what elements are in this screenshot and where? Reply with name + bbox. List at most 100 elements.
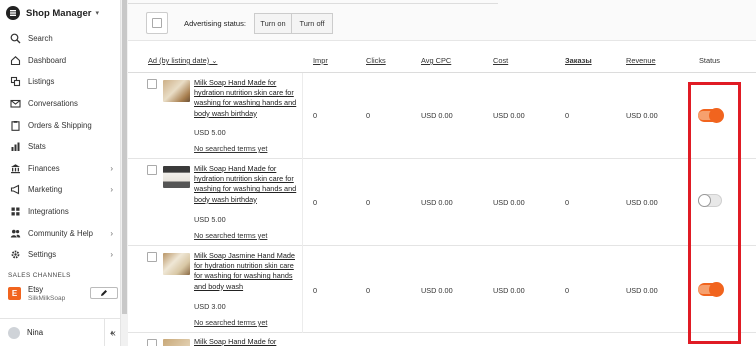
- etsy-logo-icon: E: [8, 287, 21, 300]
- sidebar-item-integrations[interactable]: Integrations: [0, 201, 121, 223]
- sidebar-item-community-help[interactable]: Community & Help ›: [0, 222, 121, 244]
- cost-value: USD 0.00: [493, 286, 525, 295]
- impr-value: 0: [313, 111, 318, 120]
- user-menu[interactable]: Nina ▲ «: [0, 318, 121, 346]
- column-header-status: Status: [699, 56, 720, 65]
- sidebar-item-label: Conversations: [28, 99, 78, 109]
- collapse-sidebar-button[interactable]: «: [104, 319, 121, 346]
- row-checkbox[interactable]: [147, 79, 157, 89]
- mail-icon: [9, 98, 21, 110]
- sidebar-scrollbar-thumb[interactable]: [122, 0, 127, 314]
- main-content: Advertising status: Turn on Turn off Ad …: [128, 0, 756, 346]
- cost-value: USD 0.00: [493, 198, 525, 207]
- revenue-value: USD 0.00: [626, 286, 658, 295]
- table-row: Milk Soap Jasmine Hand Made for hydratio…: [128, 246, 756, 333]
- column-header-ad[interactable]: Ad (by listing date) ⌄: [148, 56, 217, 65]
- bulk-actions-bar: Advertising status: Turn on Turn off: [128, 0, 756, 40]
- sidebar-item-label: Marketing: [28, 185, 63, 195]
- listing-thumbnail[interactable]: [163, 166, 190, 188]
- impr-value: 0: [313, 198, 318, 207]
- clicks-value: 0: [366, 198, 371, 207]
- stats-icon: [9, 141, 21, 153]
- sales-channel-etsy[interactable]: E Etsy SilkMilkSoap: [8, 285, 118, 307]
- sidebar-item-label: Listings: [28, 77, 55, 87]
- column-header-orders[interactable]: Заказы: [565, 56, 592, 65]
- turn-on-button[interactable]: Turn on: [254, 13, 292, 34]
- searched-terms-link[interactable]: No searched terms yet: [194, 318, 267, 327]
- sidebar-item-stats[interactable]: Stats: [0, 136, 121, 158]
- bank-icon: [9, 162, 21, 174]
- clipboard-icon: [9, 119, 21, 131]
- sidebar-item-label: Orders & Shipping: [28, 120, 92, 130]
- status-highlight-box: [688, 82, 741, 344]
- sidebar-item-finances[interactable]: Finances ›: [0, 158, 121, 180]
- searched-terms-link[interactable]: No searched terms yet: [194, 231, 267, 240]
- chevron-right-icon: ›: [110, 185, 113, 195]
- searched-terms-link[interactable]: No searched terms yet: [194, 144, 267, 153]
- column-header-clicks[interactable]: Clicks: [366, 56, 386, 65]
- sidebar-item-label: Dashboard: [28, 55, 67, 65]
- sidebar-item-listings[interactable]: Listings: [0, 71, 121, 93]
- chevron-down-icon: ▾: [95, 10, 99, 17]
- row-checkbox[interactable]: [147, 252, 157, 262]
- table-row: Milk Soap Hand Made for hydration nutrit…: [128, 159, 756, 246]
- pencil-icon: [101, 290, 107, 296]
- channel-shop-name: SilkMilkSoap: [28, 295, 66, 302]
- shop-manager-menu[interactable]: Shop Manager ▾: [0, 0, 120, 26]
- chevron-right-icon: ›: [110, 250, 113, 260]
- chevron-right-icon: ›: [110, 163, 113, 173]
- listing-thumbnail[interactable]: [163, 80, 190, 102]
- column-header-impr[interactable]: Impr: [313, 56, 328, 65]
- divider: [128, 0, 498, 4]
- sidebar-item-label: Finances: [28, 163, 60, 173]
- shop-manager-logo-icon: [6, 6, 20, 20]
- impr-value: 0: [313, 286, 318, 295]
- turn-off-button[interactable]: Turn off: [291, 13, 333, 34]
- sidebar-item-marketing[interactable]: Marketing ›: [0, 179, 121, 201]
- column-header-avg-cpc[interactable]: Avg CPC: [421, 56, 451, 65]
- revenue-value: USD 0.00: [626, 111, 658, 120]
- listing-title-link[interactable]: Milk Soap Hand Made for: [194, 337, 304, 346]
- select-all-checkbox[interactable]: [146, 12, 168, 34]
- listing-title-link[interactable]: Milk Soap Hand Made for hydration nutrit…: [194, 164, 304, 205]
- avg-cpc-value: USD 0.00: [421, 286, 453, 295]
- listing-title-link[interactable]: Milk Soap Jasmine Hand Made for hydratio…: [194, 251, 304, 292]
- table-row: Milk Soap Hand Made for: [128, 333, 756, 346]
- listing-thumbnail[interactable]: [163, 253, 190, 275]
- row-checkbox[interactable]: [147, 165, 157, 175]
- sidebar-item-label: Stats: [28, 142, 46, 152]
- avg-cpc-value: USD 0.00: [421, 198, 453, 207]
- sales-channels-heading: SALES CHANNELS: [8, 272, 71, 279]
- sidebar-item-orders-shipping[interactable]: Orders & Shipping: [0, 114, 121, 136]
- clicks-value: 0: [366, 286, 371, 295]
- column-header-cost[interactable]: Cost: [493, 56, 508, 65]
- sidebar-item-conversations[interactable]: Conversations: [0, 93, 121, 115]
- sidebar-item-label: Integrations: [28, 207, 69, 217]
- sidebar-item-label: Community & Help: [28, 228, 93, 238]
- sidebar-item-dashboard[interactable]: Dashboard: [0, 50, 121, 72]
- sidebar: Shop Manager ▾ Search Dashboard Listings…: [0, 0, 121, 346]
- column-header-revenue[interactable]: Revenue: [626, 56, 656, 65]
- shop-manager-title: Shop Manager: [26, 7, 92, 19]
- sidebar-item-settings[interactable]: Settings ›: [0, 244, 121, 266]
- grid-icon: [9, 206, 21, 218]
- edit-channel-button[interactable]: [90, 287, 118, 299]
- avatar: [8, 326, 20, 339]
- listing-thumbnail[interactable]: [163, 339, 190, 346]
- orders-value: 0: [565, 286, 570, 295]
- orders-value: 0: [565, 198, 570, 207]
- megaphone-icon: [9, 184, 21, 196]
- listing-price: USD 5.00: [194, 128, 226, 137]
- listing-title-link[interactable]: Milk Soap Hand Made for hydration nutrit…: [194, 78, 304, 119]
- advertising-status-label: Advertising status:: [184, 19, 247, 28]
- sidebar-item-search[interactable]: Search: [0, 28, 121, 50]
- row-checkbox[interactable]: [147, 339, 157, 346]
- listing-price: USD 3.00: [194, 302, 226, 311]
- select-all-checkbox-box[interactable]: [152, 18, 162, 28]
- gear-icon: [9, 249, 21, 261]
- sidebar-item-label: Search: [28, 34, 53, 44]
- sidebar-scrollbar[interactable]: [121, 0, 128, 346]
- cost-value: USD 0.00: [493, 111, 525, 120]
- user-name: Nina: [27, 328, 44, 337]
- revenue-value: USD 0.00: [626, 198, 658, 207]
